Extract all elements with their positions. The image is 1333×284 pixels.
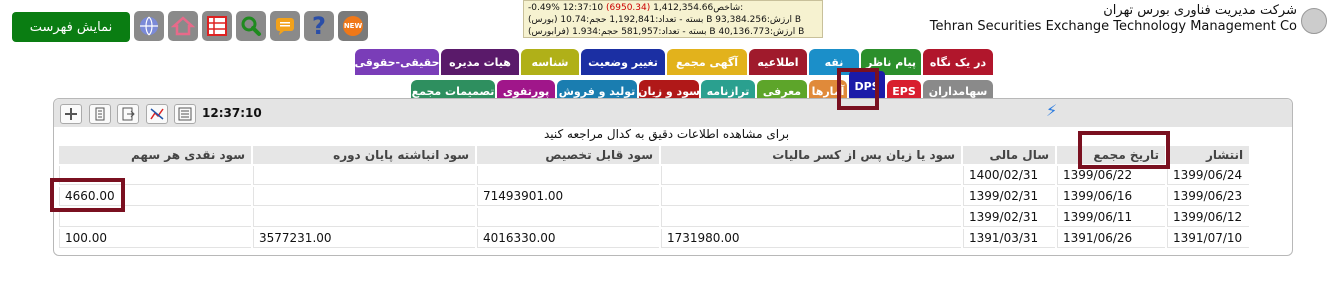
tab-tabs_row1-5[interactable]: تغییر وضعیت: [581, 49, 665, 75]
table-cell: 1399/02/31: [963, 208, 1055, 227]
table-row[interactable]: 1399/06/24 1399/06/22 1400/02/31: [59, 166, 1250, 185]
table-cell: 1391/07/10: [1167, 229, 1250, 248]
table-cell: 3577231.00: [253, 229, 475, 248]
table-cell: 1731980.00: [661, 229, 961, 248]
home-icon[interactable]: [168, 11, 198, 41]
column-header[interactable]: انتشار: [1167, 146, 1250, 164]
help-glyph: ?: [312, 12, 326, 40]
table-cell: [661, 208, 961, 227]
tab-tabs_row1-8[interactable]: حقیقی-حقوقی: [354, 49, 440, 75]
table-cell: [661, 187, 961, 206]
expand-icon[interactable]: [60, 104, 82, 124]
table-header-row: انتشار تاریخ مجمع سال مالی سود یا زیان پس ا…: [59, 146, 1250, 164]
table-cell: 1400/02/31: [963, 166, 1055, 185]
table-cell: 100.00: [59, 229, 251, 248]
column-header[interactable]: سود انباشته پایان دوره: [253, 146, 475, 164]
market-summary: -0.49% 12:37:10 (6950.34) 1,412,354.66شا…: [523, 0, 823, 38]
table-cell: 1399/06/12: [1167, 208, 1250, 227]
tab-tabs_row1-4[interactable]: آگهی مجمع: [667, 49, 747, 75]
company-name-en: Tehran Securities Exchange Technology Ma…: [929, 19, 1297, 34]
table-cell: 71493901.00: [477, 187, 659, 206]
table-cell: 1399/02/31: [963, 187, 1055, 206]
list-icon[interactable]: [174, 104, 196, 124]
show-list-button[interactable]: نمایش فهرست: [12, 12, 130, 42]
new-badge-label: NEW: [343, 22, 363, 30]
column-header[interactable]: سود یا زیان پس از کسر مالیات: [661, 146, 961, 164]
tab-tabs_row1-0[interactable]: در یک نگاه: [923, 49, 993, 75]
column-header[interactable]: سود نقدی هر سهم: [59, 146, 251, 164]
panel-time: 12:37:10: [202, 106, 262, 120]
index-value: 1,412,354.66: [653, 3, 714, 13]
table-row[interactable]: 1391/07/10 1391/06/26 1391/03/31 1731980.00…: [59, 229, 1250, 248]
tab-tabs_row1-6[interactable]: شناسه: [521, 49, 579, 75]
tab-tabs_row1-7[interactable]: هیات مدیره: [441, 49, 519, 75]
globe-icon[interactable]: [134, 11, 164, 41]
table-row[interactable]: 1399/06/23 1399/06/16 1399/02/31 71493901.0…: [59, 187, 1250, 206]
table-cell: [661, 166, 961, 185]
search-icon[interactable]: [236, 11, 266, 41]
table-cell: 1399/06/16: [1057, 187, 1165, 206]
company-logo-icon: [1301, 8, 1327, 34]
company-name-fa: شرکت مدیریت فناوری بورس تهران: [1103, 3, 1297, 18]
tab-tabs_row1-3[interactable]: اطلاعیه: [749, 49, 807, 75]
table-cell: [477, 208, 659, 227]
table-icon[interactable]: [202, 11, 232, 41]
market-index-line: -0.49% 12:37:10 (6950.34) 1,412,354.66شا…: [528, 2, 818, 14]
chart-icon[interactable]: [146, 104, 168, 124]
table-cell: [253, 187, 475, 206]
table-cell: 1391/03/31: [963, 229, 1055, 248]
table-cell: [253, 166, 475, 185]
highlight-dps-tab: [837, 68, 879, 110]
highlight-dps-value: [50, 178, 125, 212]
table-cell: 1399/06/24: [1167, 166, 1250, 185]
highlight-assembly-date: [1078, 131, 1170, 169]
bourse-stats-line: (بورس) بسته - تعداد:1,192,841 حجم:10.74 …: [528, 15, 802, 25]
table-cell: [477, 166, 659, 185]
new-icon[interactable]: NEW: [338, 11, 368, 41]
table-cell: 1399/06/23: [1167, 187, 1250, 206]
table-row[interactable]: 1399/06/12 1399/06/11 1399/02/31: [59, 208, 1250, 227]
farabourse-stats-line: (فرابورس) بسته - تعداد:581,957 حجم:1.934…: [528, 27, 805, 37]
table-cell: 1391/06/26: [1057, 229, 1165, 248]
table-cell: 4016330.00: [477, 229, 659, 248]
column-header[interactable]: سال مالی: [963, 146, 1055, 164]
message-icon[interactable]: [270, 11, 300, 41]
print-icon[interactable]: [89, 104, 111, 124]
index-change-time: -0.49% 12:37:10: [528, 3, 604, 13]
table-cell: [253, 208, 475, 227]
help-icon[interactable]: ?: [304, 11, 334, 41]
dps-table: انتشار تاریخ مجمع سال مالی سود یا زیان پس ا…: [57, 144, 1251, 250]
index-label: شاخص:: [713, 3, 744, 13]
column-header[interactable]: سود قابل تخصیص: [477, 146, 659, 164]
lightning-icon: ⚡: [1046, 101, 1058, 120]
export-icon[interactable]: [117, 104, 139, 124]
index-change: (6950.34): [606, 3, 651, 13]
table-cell: 1399/06/11: [1057, 208, 1165, 227]
